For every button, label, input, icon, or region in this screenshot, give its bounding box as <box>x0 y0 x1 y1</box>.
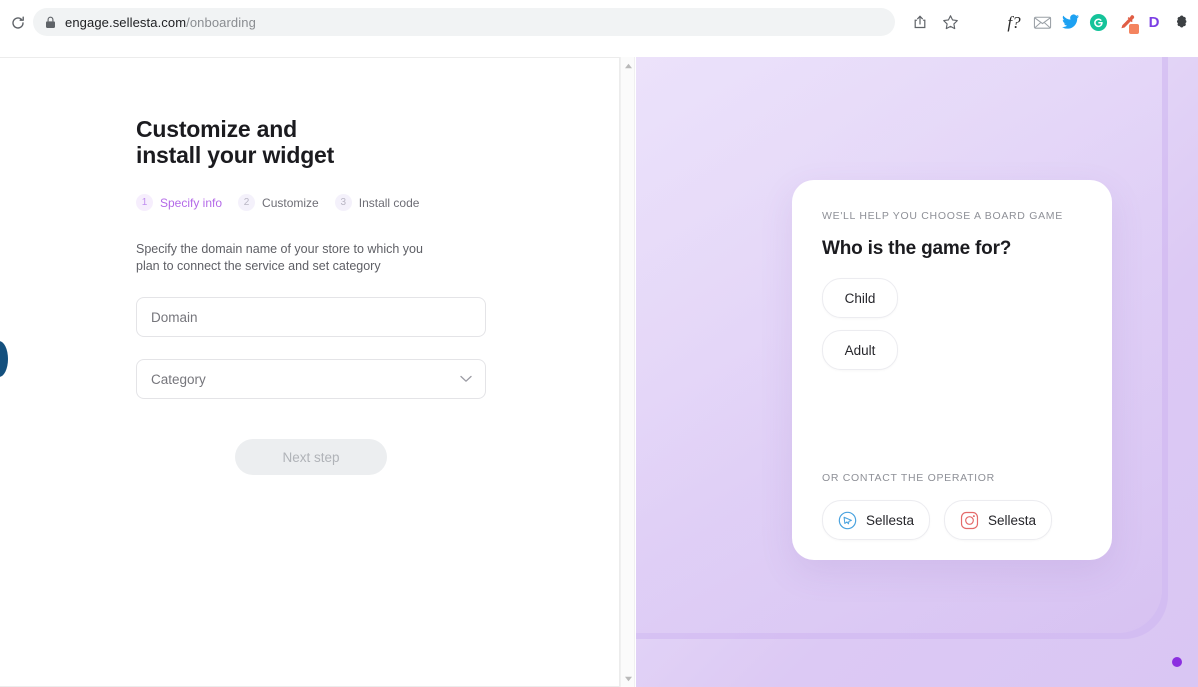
next-step-row: Next step <box>136 439 486 475</box>
mail-extension-icon[interactable] <box>1028 8 1056 36</box>
share-icon[interactable] <box>905 8 935 36</box>
preview-accent-dot <box>1172 657 1182 667</box>
widget-option-list: Child Adult <box>822 278 1082 370</box>
step-3-label: Install code <box>358 195 420 210</box>
category-select[interactable]: Category <box>136 359 486 399</box>
address-bar[interactable]: engage.sellesta.com/onboarding <box>33 8 895 36</box>
step-customize[interactable]: 2 Customize <box>238 194 319 211</box>
contact-instagram-label: Sellesta <box>988 512 1037 528</box>
url-path: /onboarding <box>186 14 256 30</box>
twitter-extension-icon[interactable] <box>1056 8 1084 36</box>
extension-icons: f? D <box>1000 8 1196 36</box>
next-step-button[interactable]: Next step <box>235 439 387 475</box>
widget-option-adult[interactable]: Adult <box>822 330 898 370</box>
fnq-extension-label: f? <box>1007 12 1021 32</box>
widget-question: Who is the game for? <box>822 238 1012 259</box>
step-specify-info[interactable]: 1 Specify info <box>136 194 222 211</box>
grammarly-extension-icon[interactable] <box>1084 8 1112 36</box>
lock-icon <box>45 16 56 29</box>
step-install-code[interactable]: 3 Install code <box>334 194 420 211</box>
page-title-line-1: Customize and <box>136 116 297 142</box>
telegram-icon <box>838 511 857 530</box>
contact-telegram-button[interactable]: Sellesta <box>822 500 931 540</box>
widget-preview-panel: WE'LL HELP YOU CHOOSE A BOARD GAME Who i… <box>636 57 1198 687</box>
reload-icon <box>12 16 24 29</box>
chevron-down-icon <box>460 375 472 383</box>
bookmark-star-icon[interactable] <box>935 8 965 36</box>
widget-contact-label: OR CONTACT THE OPERATIOR <box>822 472 995 484</box>
form-description: Specify the domain name of your store to… <box>136 242 423 273</box>
scroll-up-arrow-icon[interactable] <box>621 58 636 73</box>
extension-badge <box>1129 24 1139 34</box>
browser-action-icons <box>905 8 965 36</box>
onboarding-form-panel: Customize and install your widget 1 Spec… <box>0 57 620 687</box>
domain-input-placeholder: Domain <box>151 309 198 325</box>
instagram-icon <box>960 511 979 530</box>
step-1-number: 1 <box>136 194 153 211</box>
widget-option-child[interactable]: Child <box>822 278 898 318</box>
widget-contact-row: Sellesta Sellesta <box>822 500 1053 540</box>
feedback-tab-button[interactable] <box>0 341 8 377</box>
d-extension-label: D <box>1148 13 1160 31</box>
contact-telegram-label: Sellesta <box>866 512 915 528</box>
page-viewport: Customize and install your widget 1 Spec… <box>0 45 1198 687</box>
step-3-number: 3 <box>334 194 352 211</box>
step-1-label: Specify info <box>160 195 223 210</box>
page-scrollbar[interactable] <box>620 57 635 687</box>
fnq-extension-icon[interactable]: f? <box>1000 8 1028 36</box>
browser-toolbar: engage.sellesta.com/onboarding f? D <box>0 0 1198 45</box>
page-title: Customize and install your widget <box>136 116 496 168</box>
domain-input[interactable]: Domain <box>136 297 486 337</box>
category-select-placeholder: Category <box>151 371 206 387</box>
extensions-puzzle-icon[interactable] <box>1168 8 1196 36</box>
eyedropper-extension-icon[interactable] <box>1112 8 1140 36</box>
step-indicator: 1 Specify info 2 Customize 3 Install cod… <box>136 194 496 211</box>
step-2-label: Customize <box>262 195 319 210</box>
url-host: engage.sellesta.com <box>65 14 187 30</box>
address-bar-text: engage.sellesta.com/onboarding <box>65 15 256 30</box>
step-2-number: 2 <box>238 194 256 211</box>
chat-widget-card: WE'LL HELP YOU CHOOSE A BOARD GAME Who i… <box>792 180 1112 560</box>
reload-button[interactable] <box>4 9 32 37</box>
page-title-line-2: install your widget <box>136 142 335 168</box>
onboarding-form-content: Customize and install your widget 1 Spec… <box>136 116 496 475</box>
widget-eyebrow-text: WE'LL HELP YOU CHOOSE A BOARD GAME <box>822 210 1063 222</box>
scroll-down-arrow-icon[interactable] <box>621 671 636 686</box>
d-extension-icon[interactable]: D <box>1140 8 1168 36</box>
contact-instagram-button[interactable]: Sellesta <box>944 500 1053 540</box>
